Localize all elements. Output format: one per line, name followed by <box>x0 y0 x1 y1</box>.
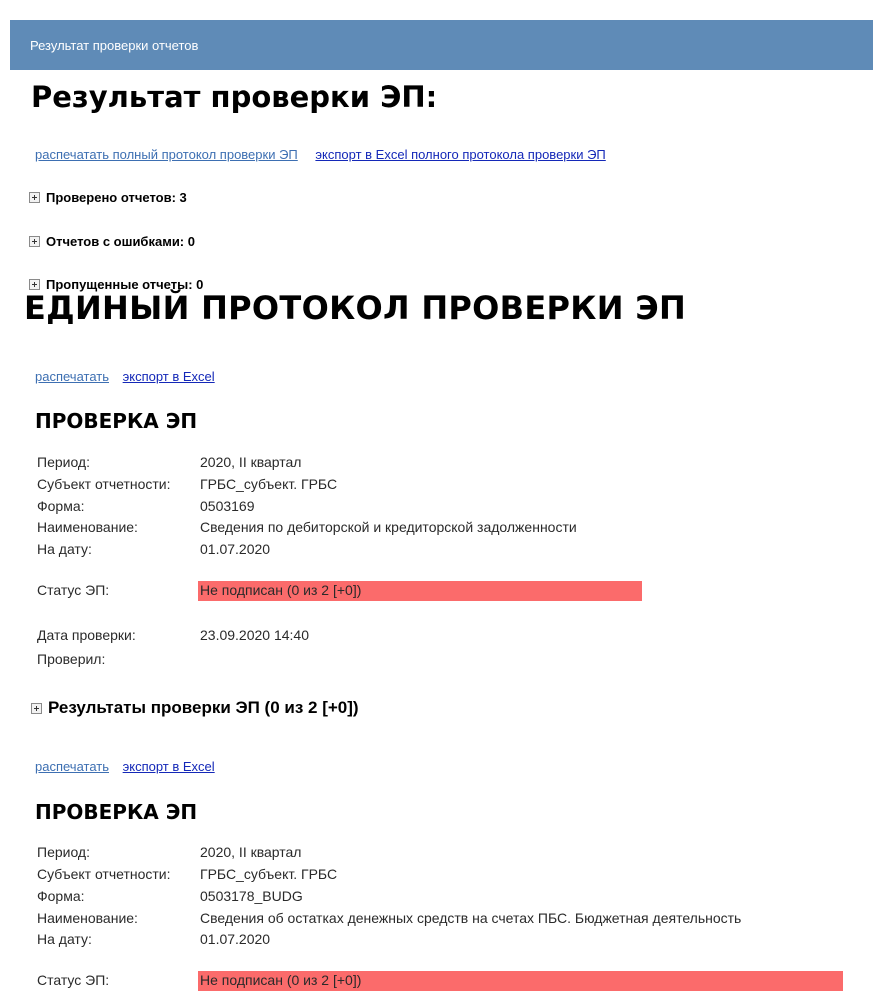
print-link[interactable]: распечатать <box>35 369 109 384</box>
summary-checked-label: Проверено отчетов: 3 <box>46 190 187 205</box>
section-1-title: ПРОВЕРКА ЭП <box>35 409 198 433</box>
date-label: На дату: <box>37 541 92 557</box>
top-links: распечатать полный протокол проверки ЭП … <box>35 147 606 162</box>
form-value: 0503178_BUDG <box>200 888 303 904</box>
subject-value: ГРБС_субъект. ГРБС <box>200 476 338 492</box>
date-label: На дату: <box>37 931 92 947</box>
expand-icon[interactable] <box>29 192 40 203</box>
form-label: Форма: <box>37 888 85 904</box>
subject-value: ГРБС_субъект. ГРБС <box>200 866 338 882</box>
name-label: Наименование: <box>37 910 138 926</box>
section-1-links: распечатать экспорт в Excel <box>35 369 215 384</box>
name-label: Наименование: <box>37 519 138 535</box>
period-label: Период: <box>37 454 90 470</box>
subject-label: Субъект отчетности: <box>37 476 171 492</box>
checked-by-label: Проверил: <box>37 651 106 667</box>
expand-icon[interactable] <box>31 702 42 714</box>
summary-errors-label: Отчетов с ошибками: 0 <box>46 234 195 249</box>
summary-checked-row[interactable]: Проверено отчетов: 3 <box>29 190 187 205</box>
status-value: Не подписан (0 из 2 [+0]) <box>200 972 362 988</box>
form-value: 0503169 <box>200 498 255 514</box>
status-value: Не подписан (0 из 2 [+0]) <box>200 582 362 598</box>
results-label: Результаты проверки ЭП (0 из 2 [+0]) <box>48 698 359 717</box>
export-excel-link[interactable]: экспорт в Excel <box>123 759 215 774</box>
subject-label: Субъект отчетности: <box>37 866 171 882</box>
print-full-protocol-link[interactable]: распечатать полный протокол проверки ЭП <box>35 147 298 162</box>
section-2-title: ПРОВЕРКА ЭП <box>35 800 198 824</box>
status-label: Статус ЭП: <box>37 972 110 988</box>
print-link[interactable]: распечатать <box>35 759 109 774</box>
check-date-value: 23.09.2020 14:40 <box>200 627 309 643</box>
window-title: Результат проверки отчетов <box>30 37 199 53</box>
summary-errors-row[interactable]: Отчетов с ошибками: 0 <box>29 234 195 249</box>
results-toggle-row[interactable]: Результаты проверки ЭП (0 из 2 [+0]) <box>31 698 359 718</box>
export-excel-link[interactable]: экспорт в Excel <box>123 369 215 384</box>
form-label: Форма: <box>37 498 85 514</box>
page-title: Результат проверки ЭП: <box>31 80 438 114</box>
check-date-label: Дата проверки: <box>37 627 136 643</box>
expand-icon[interactable] <box>29 236 40 247</box>
export-full-protocol-link[interactable]: экспорт в Excel полного протокола провер… <box>315 147 605 162</box>
period-label: Период: <box>37 844 90 860</box>
section-2-links: распечатать экспорт в Excel <box>35 759 215 774</box>
protocol-title: ЕДИНЫЙ ПРОТОКОЛ ПРОВЕРКИ ЭП <box>24 289 687 327</box>
date-value: 01.07.2020 <box>200 931 271 947</box>
date-value: 01.07.2020 <box>200 541 271 557</box>
window-header: Результат проверки отчетов <box>10 20 873 70</box>
period-value: 2020, II квартал <box>200 454 302 470</box>
name-value: Сведения по дебиторской и кредиторской з… <box>200 519 577 535</box>
name-value: Сведения об остатках денежных средств на… <box>200 910 742 926</box>
status-label: Статус ЭП: <box>37 582 110 598</box>
period-value: 2020, II квартал <box>200 844 302 860</box>
